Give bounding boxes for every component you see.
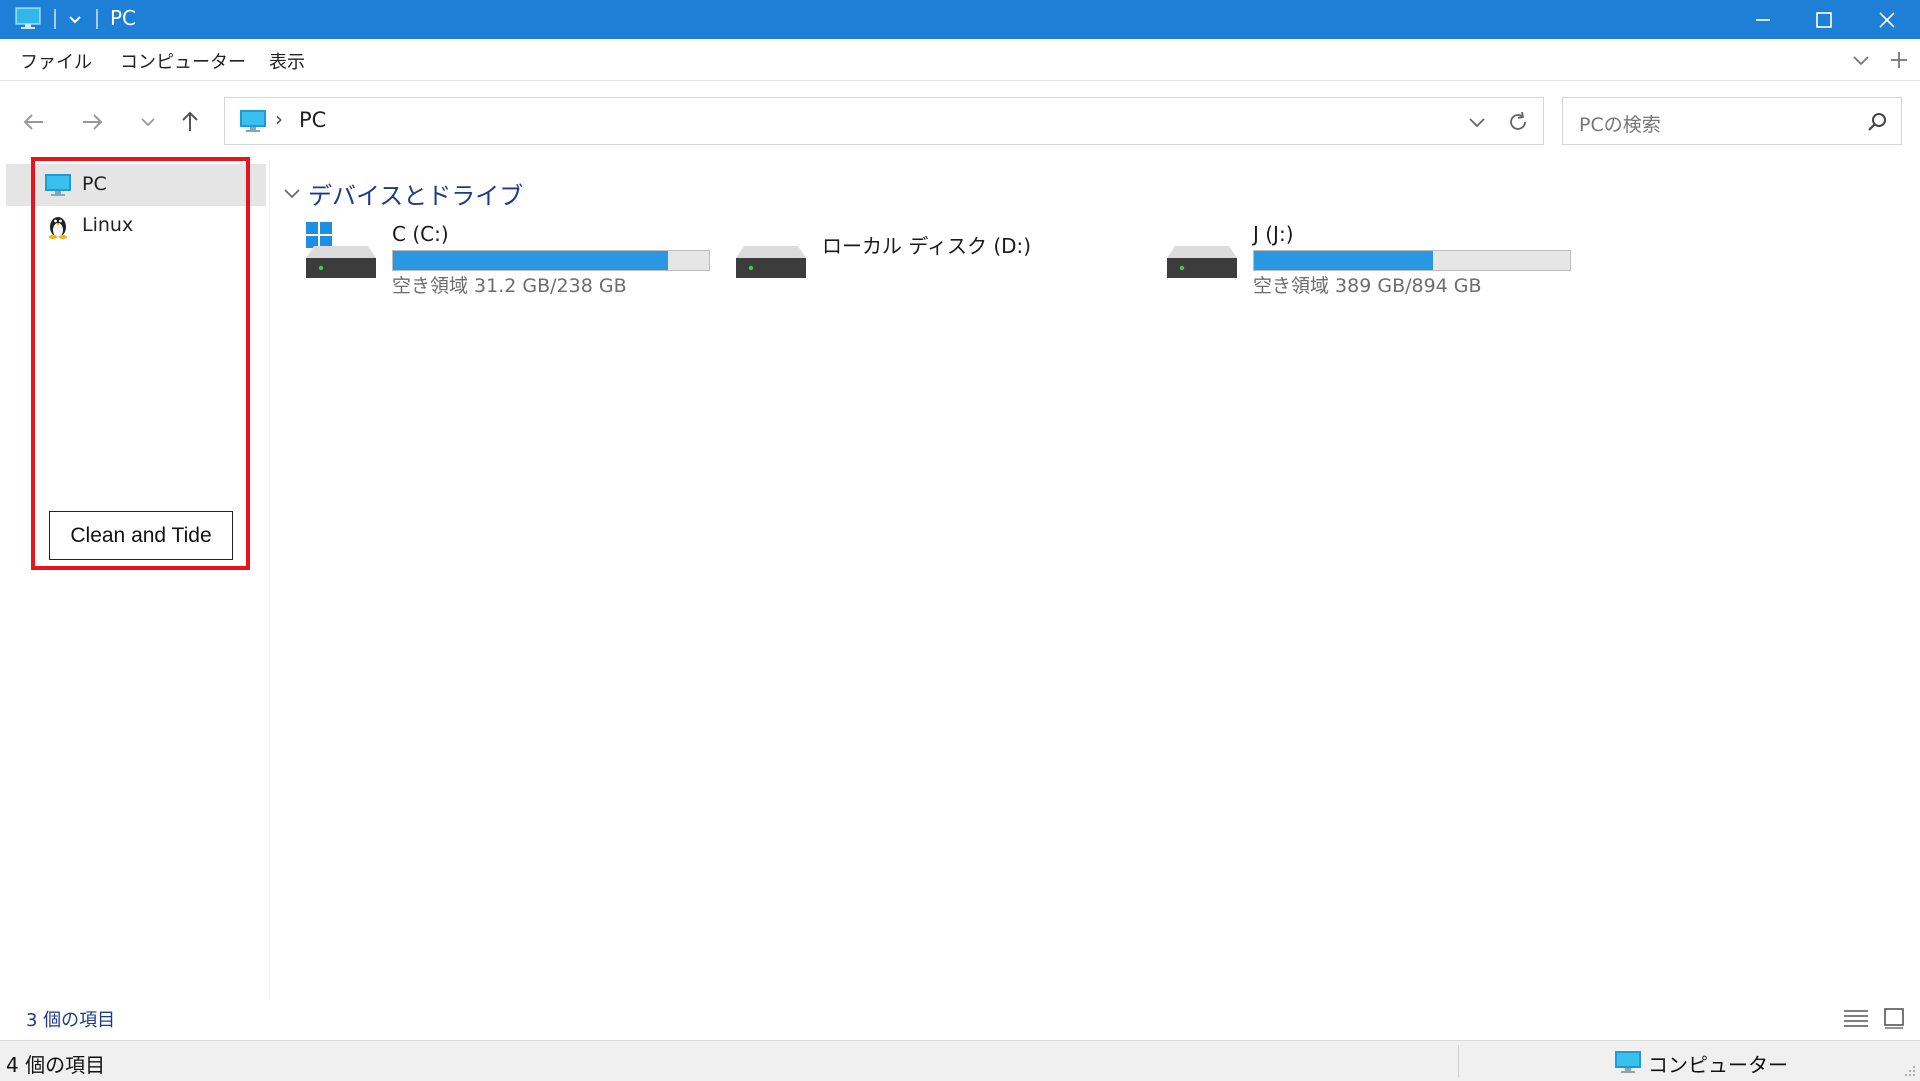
back-button[interactable] bbox=[18, 106, 50, 138]
drive-name: ローカル ディスク (D:) bbox=[822, 234, 1032, 258]
title-separator bbox=[54, 9, 56, 29]
search-placeholder: PCの検索 bbox=[1579, 114, 1661, 136]
drive-d[interactable]: ローカル ディスク (D:) bbox=[734, 218, 1034, 298]
pc-monitor-icon bbox=[240, 110, 266, 132]
breadcrumb-separator[interactable]: › bbox=[275, 107, 283, 131]
quick-access-dropdown-icon[interactable] bbox=[64, 8, 86, 30]
up-arrow-icon bbox=[182, 111, 198, 131]
address-bar[interactable]: › PC bbox=[224, 97, 1544, 145]
plus-icon bbox=[1891, 52, 1907, 68]
item-count: 3 個の項目 bbox=[26, 1010, 116, 1031]
section-title: デバイスとドライブ bbox=[308, 182, 524, 210]
forward-arrow-icon bbox=[83, 114, 103, 130]
minimize-button[interactable] bbox=[1734, 0, 1792, 39]
drive-usage-bar bbox=[1253, 250, 1571, 271]
breadcrumb-pc[interactable]: PC bbox=[299, 108, 326, 132]
hard-drive-icon bbox=[736, 246, 806, 278]
back-arrow-icon bbox=[23, 114, 43, 130]
maximize-icon bbox=[1816, 11, 1832, 28]
pc-monitor-icon bbox=[1615, 1051, 1641, 1073]
status-divider bbox=[1458, 1045, 1459, 1077]
details-view-button[interactable] bbox=[1842, 1005, 1870, 1031]
status-bar: 4 個の項目 コンピューター bbox=[0, 1040, 1920, 1081]
chevron-down-icon bbox=[284, 189, 300, 199]
drive-c[interactable]: C (C:) 空き領域 31.2 GB/238 GB bbox=[304, 218, 724, 298]
drive-usage-fill bbox=[393, 251, 668, 270]
menu-computer[interactable]: コンピューター bbox=[120, 48, 246, 74]
forward-button[interactable] bbox=[76, 106, 108, 138]
refresh-icon[interactable] bbox=[1505, 109, 1531, 135]
drive-usage-bar bbox=[392, 250, 710, 271]
search-box[interactable]: PCの検索 bbox=[1562, 97, 1902, 145]
status-item-count: 4 個の項目 bbox=[6, 1053, 106, 1077]
drive-usage-fill bbox=[1254, 251, 1433, 270]
drive-name: J (J:) bbox=[1253, 222, 1294, 246]
title-bar[interactable]: PC bbox=[0, 0, 1920, 39]
drive-free-space: 空き領域 31.2 GB/238 GB bbox=[392, 275, 627, 297]
windows-drive-icon bbox=[306, 222, 376, 278]
hard-drive-icon bbox=[1167, 246, 1237, 278]
status-location: コンピューター bbox=[1648, 1053, 1788, 1077]
address-dropdown-icon[interactable] bbox=[1465, 110, 1489, 134]
annotation-callout: Clean and Tide bbox=[49, 511, 233, 560]
pc-monitor-icon bbox=[15, 7, 41, 29]
details-view-icon bbox=[1844, 1010, 1868, 1027]
drive-j[interactable]: J (J:) 空き領域 389 GB/894 GB bbox=[1165, 218, 1585, 298]
recent-locations-button[interactable] bbox=[132, 106, 164, 138]
large-icons-view-icon bbox=[1884, 1008, 1904, 1029]
search-icon[interactable] bbox=[1865, 110, 1889, 134]
highlight-box bbox=[31, 157, 250, 570]
title-separator bbox=[96, 9, 98, 29]
close-icon bbox=[1879, 11, 1895, 28]
menu-view[interactable]: 表示 bbox=[269, 48, 305, 74]
minimize-icon bbox=[1756, 18, 1770, 21]
resize-grip-icon[interactable] bbox=[1902, 1063, 1916, 1077]
large-icons-view-button[interactable] bbox=[1880, 1005, 1908, 1031]
drive-name: C (C:) bbox=[392, 222, 449, 246]
up-button[interactable] bbox=[174, 106, 206, 138]
history-dropdown-icon bbox=[141, 118, 155, 127]
close-button[interactable] bbox=[1858, 0, 1916, 39]
maximize-button[interactable] bbox=[1795, 0, 1853, 39]
ribbon-expand-button[interactable] bbox=[1848, 47, 1874, 73]
window-title: PC bbox=[110, 6, 137, 30]
drive-free-space: 空き領域 389 GB/894 GB bbox=[1253, 275, 1482, 297]
chevron-down-icon bbox=[1853, 56, 1869, 66]
menu-bar: ファイル コンピューター 表示 bbox=[0, 39, 1920, 81]
new-tab-button[interactable] bbox=[1886, 47, 1912, 73]
menu-file[interactable]: ファイル bbox=[20, 48, 92, 74]
